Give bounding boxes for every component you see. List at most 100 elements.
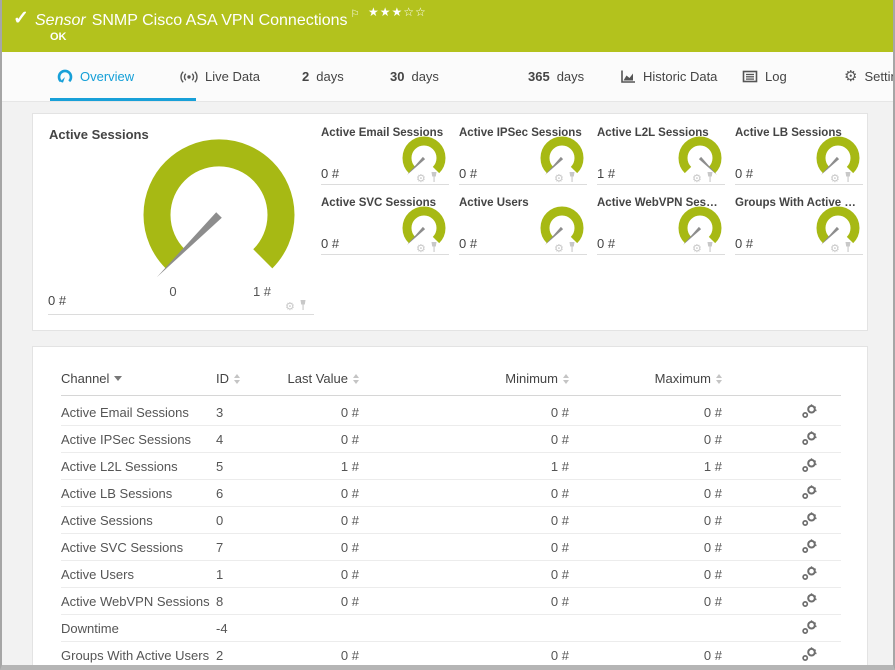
channel-settings-icon[interactable] — [801, 458, 818, 478]
cell-id: 4 — [216, 432, 224, 447]
sensor-name: SNMP Cisco ASA VPN Connections — [91, 12, 348, 29]
pin-icon[interactable] — [843, 170, 853, 188]
table-row[interactable]: Active IPSec Sessions 4 0 # 0 # 0 # — [33, 426, 869, 453]
pin-icon[interactable] — [843, 240, 853, 258]
small-gauge-cell: Active IPSec Sessions 0 # ⚙ — [459, 122, 587, 185]
cell-channel: Active Email Sessions — [61, 405, 189, 420]
cell-minimum: 1 # — [550, 459, 569, 474]
pin-icon[interactable] — [429, 240, 439, 258]
pin-icon[interactable] — [567, 170, 577, 188]
small-gauge-actions: ⚙ — [830, 170, 853, 188]
cell-maximum: 0 # — [703, 540, 722, 555]
cell-channel: Active L2L Sessions — [61, 459, 178, 474]
gear-icon[interactable]: ⚙ — [692, 244, 702, 255]
table-row[interactable]: Downtime -4 — [33, 615, 869, 642]
cell-id: 1 — [216, 567, 224, 582]
tab-live-data[interactable]: Live Data — [180, 52, 260, 101]
tab-overview[interactable]: Overview — [57, 52, 134, 101]
table-row[interactable]: Groups With Active Users 2 0 # 0 # 0 # — [33, 642, 869, 665]
small-gauge-actions: ⚙ — [554, 240, 577, 258]
table-row[interactable]: Active Email Sessions 3 0 # 0 # 0 # — [33, 399, 869, 426]
channel-settings-icon[interactable] — [801, 539, 818, 559]
pin-icon[interactable] — [705, 170, 715, 188]
gauge-icon — [57, 69, 73, 85]
cell-minimum: 0 # — [550, 405, 569, 420]
small-gauge-actions: ⚙ — [692, 170, 715, 188]
table-row[interactable]: Active Users 1 0 # 0 # 0 # — [33, 561, 869, 588]
gear-icon[interactable]: ⚙ — [830, 174, 840, 185]
tab-365-days[interactable]: 365 days — [528, 52, 584, 101]
channel-settings-icon[interactable] — [801, 404, 818, 424]
pin-icon[interactable] — [567, 240, 577, 258]
column-header-maximum[interactable]: Maximum — [612, 371, 722, 386]
cell-id: 7 — [216, 540, 224, 555]
channel-settings-icon[interactable] — [801, 512, 818, 532]
sort-icon — [353, 373, 359, 384]
divider — [48, 314, 314, 315]
tab-historic-data-label: Historic Data — [643, 69, 718, 84]
cell-id: 5 — [216, 459, 224, 474]
main-gauge-scale-max: 1 # — [252, 284, 272, 299]
cell-maximum: 0 # — [703, 567, 722, 582]
pin-icon[interactable] — [429, 170, 439, 188]
small-gauge-actions: ⚙ — [692, 240, 715, 258]
channel-settings-icon[interactable] — [801, 593, 818, 613]
tab-365-days-number: 365 — [528, 69, 550, 84]
tab-settings[interactable]: ⚙ Settings — [844, 52, 893, 101]
column-header-last-value[interactable]: Last Value — [249, 371, 359, 386]
chart-icon — [620, 69, 636, 84]
cell-maximum: 0 # — [703, 648, 722, 663]
gear-icon[interactable]: ⚙ — [285, 302, 295, 313]
tab-30-days-label: days — [411, 69, 439, 84]
cell-maximum: 0 # — [703, 594, 722, 609]
small-gauge-value: 0 # — [459, 166, 478, 181]
table-row[interactable]: Active LB Sessions 6 0 # 0 # 0 # — [33, 480, 869, 507]
column-header-minimum[interactable]: Minimum — [459, 371, 569, 386]
gear-icon[interactable]: ⚙ — [830, 244, 840, 255]
channel-settings-icon[interactable] — [801, 485, 818, 505]
cell-maximum: 0 # — [703, 405, 722, 420]
table-row[interactable]: Active WebVPN Sessions 8 0 # 0 # 0 # — [33, 588, 869, 615]
cell-maximum: 0 # — [703, 432, 722, 447]
gear-icon[interactable]: ⚙ — [554, 244, 564, 255]
tab-30-days[interactable]: 30 days — [390, 52, 439, 101]
page-title: Sensor SNMP Cisco ASA VPN Connections ⚐ — [35, 9, 360, 30]
gear-icon[interactable]: ⚙ — [416, 174, 426, 185]
channel-settings-icon[interactable] — [801, 431, 818, 451]
gauges-panel: Active Sessions 0 1 # 0 # ⚙ Active Email… — [32, 113, 868, 331]
tab-2-days-label: days — [316, 69, 344, 84]
status-ok-icon: ✓ — [13, 8, 29, 29]
table-row[interactable]: Active L2L Sessions 5 1 # 1 # 1 # — [33, 453, 869, 480]
table-row[interactable]: Active SVC Sessions 7 0 # 0 # 0 # — [33, 534, 869, 561]
tab-overview-label: Overview — [80, 69, 135, 84]
channel-settings-icon[interactable] — [801, 620, 818, 640]
tab-historic-data[interactable]: Historic Data — [620, 52, 717, 101]
small-gauge-actions: ⚙ — [554, 170, 577, 188]
cell-minimum: 0 # — [550, 594, 569, 609]
small-gauge-value: 0 # — [321, 166, 340, 181]
flag-icon[interactable]: ⚐ — [351, 9, 360, 20]
tab-log[interactable]: Log — [742, 52, 787, 101]
cell-minimum: 0 # — [550, 540, 569, 555]
main-gauge-scale-min: 0 — [169, 284, 177, 299]
table-row[interactable]: Active Sessions 0 0 # 0 # 0 # — [33, 507, 869, 534]
gear-icon[interactable]: ⚙ — [554, 174, 564, 185]
pin-icon[interactable] — [705, 240, 715, 258]
small-gauge-value: 0 # — [735, 166, 754, 181]
cell-channel: Active IPSec Sessions — [61, 432, 192, 447]
pin-icon[interactable] — [298, 298, 308, 316]
tab-2-days[interactable]: 2 days — [302, 52, 344, 101]
cell-channel: Active Users — [61, 567, 134, 582]
gear-icon[interactable]: ⚙ — [416, 244, 426, 255]
priority-stars[interactable]: ★★★☆☆ — [368, 5, 427, 19]
cell-minimum: 0 # — [550, 432, 569, 447]
small-gauge-cell: Active L2L Sessions 1 # ⚙ — [597, 122, 725, 185]
cell-minimum: 0 # — [550, 486, 569, 501]
channel-settings-icon[interactable] — [801, 566, 818, 586]
channel-settings-icon[interactable] — [801, 647, 818, 665]
column-header-channel[interactable]: Channel — [61, 371, 211, 386]
cell-channel: Downtime — [61, 621, 119, 636]
gear-icon[interactable]: ⚙ — [692, 174, 702, 185]
cell-channel: Active LB Sessions — [61, 486, 173, 501]
small-gauge-cell: Active SVC Sessions 0 # ⚙ — [321, 192, 449, 255]
